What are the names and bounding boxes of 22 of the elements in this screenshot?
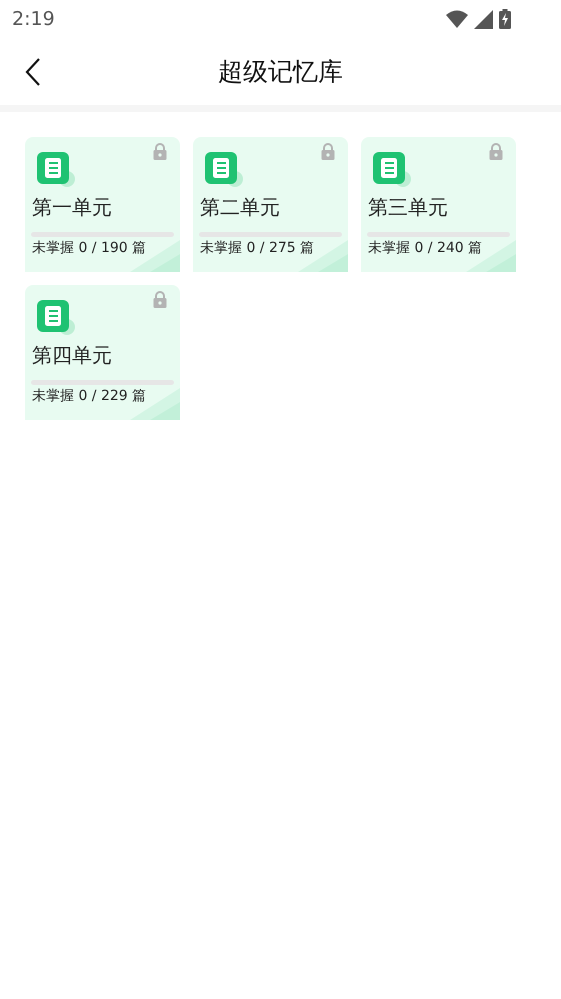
notebook-icon	[37, 300, 76, 336]
notebook-icon	[373, 152, 412, 188]
unit-title: 第三单元	[368, 197, 448, 217]
unit-title: 第二单元	[200, 197, 280, 217]
wifi-icon	[446, 10, 468, 28]
unit-card[interactable]: 第四单元 未掌握 0 / 229 篇	[25, 285, 180, 420]
progress-text: 未掌握 0 / 229 篇	[32, 389, 146, 403]
unit-card[interactable]: 第二单元 未掌握 0 / 275 篇	[193, 137, 348, 272]
progress-text: 未掌握 0 / 240 篇	[368, 241, 482, 255]
unit-card[interactable]: 第一单元 未掌握 0 / 190 篇	[25, 137, 180, 272]
status-time: 2:19	[12, 6, 55, 32]
progress-text: 未掌握 0 / 275 篇	[200, 241, 314, 255]
unit-title: 第四单元	[32, 345, 112, 365]
back-icon[interactable]	[25, 58, 41, 86]
unit-title: 第一单元	[32, 197, 112, 217]
battery-icon	[499, 9, 511, 29]
unit-card[interactable]: 第三单元 未掌握 0 / 240 篇	[361, 137, 516, 272]
progress-text: 未掌握 0 / 190 篇	[32, 241, 146, 255]
notebook-icon	[205, 152, 244, 188]
notebook-icon	[37, 152, 76, 188]
signal-icon	[474, 10, 493, 28]
page-title: 超级记忆库	[218, 56, 343, 88]
